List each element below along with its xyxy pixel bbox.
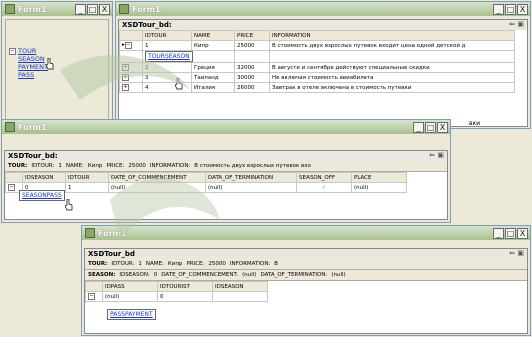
title-bar[interactable]: Form1 _ □ X <box>82 226 530 240</box>
minimize-button[interactable]: _ <box>493 227 504 239</box>
close-button[interactable]: X <box>517 227 528 239</box>
grid-caption: XSDTour_bd: ⇐ ▣ <box>5 151 447 161</box>
hand-cursor-icon <box>175 78 183 90</box>
col-date-of-commencement[interactable]: DATE_OF_COMMENCEMENT <box>108 172 206 183</box>
minimize-button[interactable]: _ <box>413 121 424 133</box>
close-button[interactable]: X <box>99 3 110 15</box>
col-place[interactable]: PLACE <box>351 172 407 183</box>
close-button[interactable]: X <box>517 3 528 15</box>
title-bar[interactable]: Form1 _ □ X <box>116 2 530 16</box>
table-row[interactable]: − 0 1 (null) (null) ✓ (null) <box>5 182 407 193</box>
overflow-text: вки <box>469 120 481 127</box>
window-title: Form1 <box>132 4 161 14</box>
tree-expander[interactable]: − <box>9 47 17 55</box>
back-arrow-icon[interactable]: ⇐ ▣ <box>429 151 444 159</box>
col-idtour[interactable]: IDTOUR <box>65 172 109 183</box>
col-season-off[interactable]: SEASON_OFF <box>296 172 352 183</box>
table-links: TOUR SEASON PAYMENT PASS <box>18 47 48 79</box>
col-idpass[interactable]: IDPASS <box>102 281 158 292</box>
window-title: Form1 <box>98 228 127 238</box>
link-payment[interactable]: PAYMENT <box>18 63 48 71</box>
relation-link-seasonpass[interactable]: SEASONPASS <box>22 192 62 199</box>
tour-datagrid[interactable]: XSDTour_bd: ⇐ ▣ IDTOUR NAME PRICE INFORMA… <box>118 19 528 127</box>
relation-box: PASSPAYMENT <box>107 309 156 320</box>
form-icon <box>85 228 95 238</box>
table-row[interactable]: − (null) 0 <box>85 291 268 302</box>
back-arrow-icon[interactable]: ⇐ ▣ <box>509 20 524 28</box>
form1-window-tour: Form1 _ □ X XSDTour_bd: ⇐ ▣ IDTOUR NAME P… <box>115 1 531 129</box>
season-table: IDSEASON IDTOUR DATE_OF_COMMENCEMENT DAT… <box>5 172 407 193</box>
relation-link-passpayment[interactable]: PASSPAYMENT <box>110 311 153 318</box>
link-tour[interactable]: TOUR <box>18 47 48 55</box>
form1-window-pass: Form1 _ □ X XSDTour_bd ⇐ ▣ TOUR: IDTOUR: 1… <box>81 225 531 336</box>
pass-datagrid[interactable]: XSDTour_bd ⇐ ▣ TOUR: IDTOUR: 1 NAME: Кипр P… <box>84 248 528 334</box>
form1-window-season: Form1 _ □ X XSDTour_bd: ⇐ ▣ TOUR: IDTOUR:… <box>1 119 451 223</box>
maximize-button[interactable]: □ <box>505 3 516 15</box>
col-idseason[interactable]: IDSEASON <box>22 172 66 183</box>
table-list-grid: − TOUR SEASON PAYMENT PASS <box>5 19 109 123</box>
grid-caption: XSDTour_bd ⇐ ▣ <box>85 249 527 259</box>
link-pass[interactable]: PASS <box>18 71 48 79</box>
season-datagrid[interactable]: XSDTour_bd: ⇐ ▣ TOUR: IDTOUR: 1 NAME: Кипр … <box>4 150 448 220</box>
link-season[interactable]: SEASON <box>18 55 48 63</box>
hand-cursor-icon <box>46 58 54 70</box>
title-bar[interactable]: Form1 _ □ X <box>2 2 112 16</box>
maximize-button[interactable]: □ <box>425 121 436 133</box>
table-row[interactable]: ▸− 1 Кипр 25000 В стоимость двух взрослы… <box>119 40 515 51</box>
maximize-button[interactable]: □ <box>87 3 98 15</box>
form1-window-tables: Form1 _ □ X − TOUR SEASON PAYMENT PASS <box>1 1 113 129</box>
col-data-of-termination[interactable]: DATA_OF_TERMINATION <box>205 172 297 183</box>
window-title: Form1 <box>18 4 47 14</box>
col-name[interactable]: NAME <box>191 30 235 41</box>
window-title: Form1 <box>18 122 47 132</box>
form-icon <box>5 4 15 14</box>
form-icon <box>119 4 129 14</box>
title-bar[interactable]: Form1 _ □ X <box>2 120 450 134</box>
minimize-button[interactable]: _ <box>493 3 504 15</box>
relation-row: TOURSEASON <box>119 50 515 63</box>
relation-link-tourseason[interactable]: TOURSEASON <box>148 53 190 60</box>
grid-caption: XSDTour_bd: ⇐ ▣ <box>119 20 527 30</box>
col-price[interactable]: PRICE <box>234 30 270 41</box>
col-idseason[interactable]: IDSEASON <box>212 281 268 292</box>
maximize-button[interactable]: □ <box>505 227 516 239</box>
col-idtour[interactable]: IDTOUR <box>142 30 192 41</box>
parent-row-tour: TOUR: IDTOUR: 1 NAME: Кипр PRICE: 25000 INF… <box>5 161 447 172</box>
relation-box: SEASONPASS <box>19 190 65 201</box>
minimize-button[interactable]: _ <box>75 3 86 15</box>
close-button[interactable]: X <box>437 121 448 133</box>
col-information[interactable]: INFORMATION <box>269 30 515 41</box>
parent-row-season: SEASON: IDSEASON: 0 DATE_OF_COMMENCEMENT:… <box>85 270 527 281</box>
back-arrow-icon[interactable]: ⇐ ▣ <box>509 249 524 257</box>
col-idtourist[interactable]: IDTOURIST <box>157 281 213 292</box>
pass-table: IDPASS IDTOURIST IDSEASON − (null) 0 <box>85 281 268 302</box>
season-off-checkbox[interactable]: ✓ <box>296 182 352 193</box>
parent-row-tour: TOUR: IDTOUR: 1 NAME: Кипр PRICE: 25000 INF… <box>85 259 527 270</box>
form-icon <box>5 122 15 132</box>
hand-cursor-icon <box>65 199 73 211</box>
table-row[interactable]: + 2 Греция 32000 В августе и сентябре де… <box>119 62 515 73</box>
